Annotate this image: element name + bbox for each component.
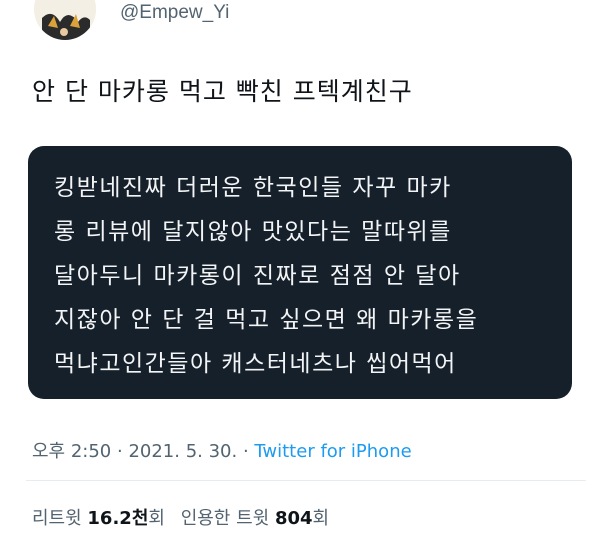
quoted-text-line: 롱 리뷰에 달지않아 맛있다는 말따위를 <box>54 219 452 245</box>
meta-separator: · <box>111 441 129 462</box>
quote-tweet-count[interactable]: 인용한 트윗 804회 <box>181 508 329 529</box>
quoted-text-card[interactable]: 킹받네진짜 더러운 한국인들 자꾸 마카 롱 리뷰에 달지않아 맛있다는 말따위… <box>28 146 572 399</box>
tweet-text: 안 단 마카롱 먹고 빡친 프텍계친구 <box>32 77 413 106</box>
avatar-illustration <box>34 0 96 40</box>
tweet-source-link[interactable]: Twitter for iPhone <box>254 441 411 462</box>
retweet-value: 16.2천 <box>87 508 149 529</box>
tweet-stats: 리트윗 16.2천회 인용한 트윗 804회 <box>32 504 339 530</box>
tweet-meta: 오후 2:50 · 2021. 5. 30. · Twitter for iPh… <box>32 437 412 463</box>
quote-tweet-label: 인용한 트윗 <box>180 508 275 529</box>
quoted-text-line: 먹냐고인간들아 캐스터네츠나 씹어먹어 <box>54 351 457 377</box>
quote-tweet-unit: 회 <box>312 508 330 529</box>
meta-separator: · <box>237 441 255 462</box>
retweet-unit: 회 <box>148 508 165 529</box>
retweet-label: 리트윗 <box>32 508 88 529</box>
divider <box>26 480 586 481</box>
quoted-text-line: 달아두니 마카롱이 진짜로 점점 안 달아 <box>54 263 461 289</box>
tweet-time[interactable]: 오후 2:50 <box>32 441 111 462</box>
author-handle[interactable]: @Empew_Yi <box>120 2 229 24</box>
quoted-text-line: 지잖아 안 단 걸 먹고 싶으면 왜 마카롱을 <box>54 307 479 333</box>
quoted-text-line: 킹받네진짜 더러운 한국인들 자꾸 마카 <box>54 175 452 201</box>
quote-tweet-value: 804 <box>274 508 313 529</box>
retweet-count[interactable]: 리트윗 16.2천회 <box>32 508 165 529</box>
avatar[interactable] <box>34 0 96 40</box>
tweet-date[interactable]: 2021. 5. 30. <box>128 441 237 462</box>
